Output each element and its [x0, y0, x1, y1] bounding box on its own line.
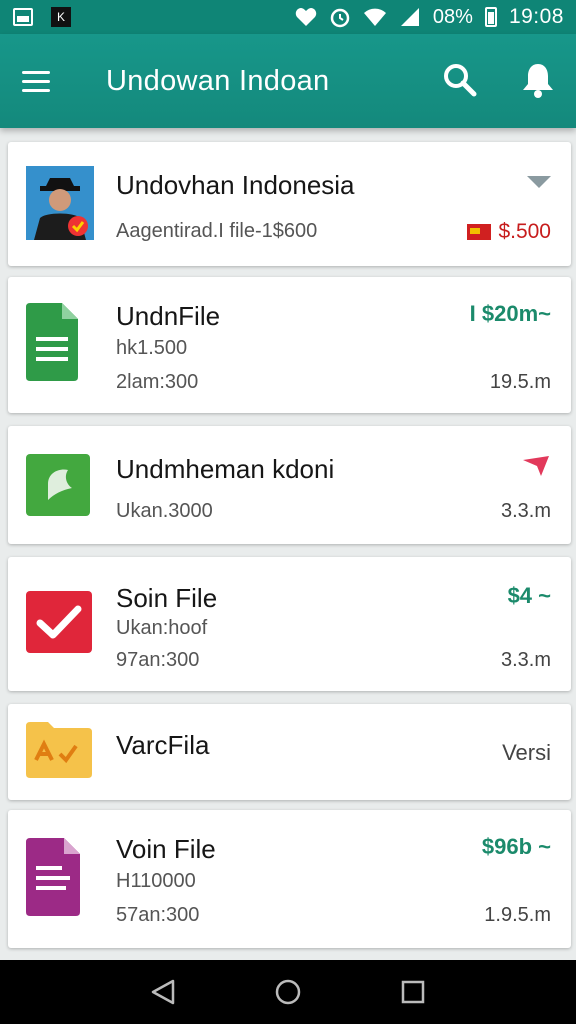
item-title: Undmheman kdoni — [116, 454, 335, 484]
list-item[interactable]: Soin File Ukan:hoof 97an:300 $4 ~ 3.3.m — [8, 557, 571, 691]
heart-icon — [295, 8, 317, 26]
list-item[interactable]: Undovhan Indonesia Aagentirad.I file-1$6… — [8, 142, 571, 266]
item-subtitle: Aagentirad.I file-1$600 — [116, 220, 318, 242]
gallery-icon — [12, 7, 34, 27]
item-title: VarcFila — [116, 730, 210, 760]
item-subtitle: hk1.500 — [116, 337, 188, 359]
recents-icon[interactable] — [393, 972, 433, 1012]
item-title: Voin File — [116, 834, 216, 864]
list-item[interactable]: Voin File H110000 57an:300 $96b ~ 1.9.5.… — [8, 810, 571, 948]
item-subtitle: H110000 — [116, 870, 196, 892]
alarm-icon — [330, 8, 350, 28]
list-item[interactable]: VarcFila Versi — [8, 704, 571, 800]
status-bar: K 08% 19:08 — [0, 0, 576, 34]
item-size: 3.3.m — [500, 500, 551, 522]
item-size: 1.9.5.m — [484, 904, 551, 926]
item-price: $96b ~ — [481, 834, 551, 859]
item-price: I $20m~ — [469, 301, 551, 326]
bell-icon[interactable] — [516, 58, 560, 102]
app-icon — [26, 454, 90, 521]
list-item[interactable]: Undmheman kdoni Ukan.3000 3.3.m — [8, 426, 571, 544]
item-price: $4 ~ — [507, 583, 551, 608]
document-icon — [26, 303, 78, 386]
wallet-icon — [467, 224, 491, 240]
item-title: UndnFile — [116, 301, 221, 331]
checkmark-icon — [26, 591, 92, 658]
wifi-icon — [363, 8, 386, 26]
item-meta: 57an:300 — [116, 904, 200, 926]
item-version: Versi — [502, 740, 551, 765]
folder-icon — [26, 720, 92, 783]
avatar — [26, 166, 94, 240]
menu-icon[interactable] — [22, 59, 66, 103]
list-item[interactable]: UndnFile hk1.500 2lam:300 I $20m~ 19.5.m — [8, 277, 571, 413]
home-icon[interactable] — [268, 972, 308, 1012]
back-icon[interactable] — [143, 972, 183, 1012]
battery-percent: 08% — [432, 5, 473, 28]
page-title: Undowan Indoan — [106, 64, 330, 97]
chevron-down-icon[interactable] — [527, 176, 551, 190]
item-size: 3.3.m — [500, 649, 551, 671]
battery-icon — [484, 7, 497, 27]
signal-icon — [400, 8, 419, 26]
item-price: $.500 — [498, 220, 551, 243]
item-meta: 97an:300 — [116, 649, 200, 671]
item-subtitle: Ukan:hoof — [116, 617, 208, 639]
item-title: Undovhan Indonesia — [116, 170, 355, 200]
item-subtitle: Ukan.3000 — [116, 500, 213, 522]
item-size: 19.5.m — [489, 371, 551, 393]
navigation-bar — [0, 960, 576, 1024]
app-bar: Undowan Indoan — [0, 34, 576, 128]
item-title: Soin File — [116, 583, 218, 613]
send-icon[interactable] — [523, 456, 549, 476]
notification-icon: K — [50, 7, 72, 27]
document-icon — [26, 838, 80, 921]
clock: 19:08 — [508, 5, 564, 28]
search-icon[interactable] — [438, 58, 482, 102]
item-meta: 2lam:300 — [116, 371, 199, 393]
